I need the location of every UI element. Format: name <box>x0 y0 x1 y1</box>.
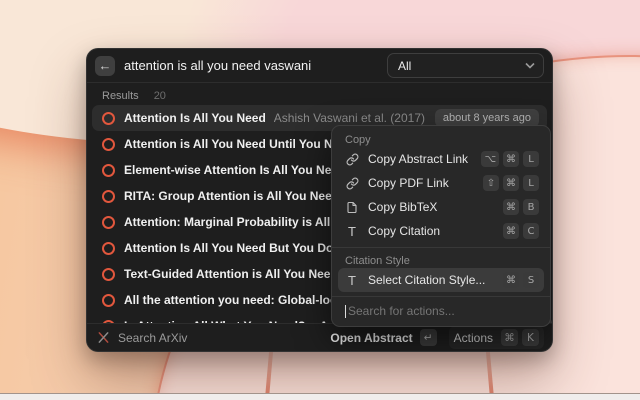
arxiv-paper-icon <box>102 216 115 229</box>
actions-search[interactable] <box>338 301 544 321</box>
search-input[interactable]: attention is all you need vaswani <box>124 58 387 73</box>
return-key: ↵ <box>420 329 437 346</box>
menu-item-copy-pdf-link[interactable]: Copy PDF Link ⇧ ⌘ L <box>338 171 544 195</box>
letter-key: L <box>523 151 539 167</box>
back-button[interactable]: ← <box>95 56 115 76</box>
command-key: ⌘ <box>503 151 519 167</box>
text-icon: T <box>344 224 360 239</box>
results-count: 20 <box>154 90 166 102</box>
arxiv-paper-icon <box>102 164 115 177</box>
menu-item-label: Copy Abstract Link <box>368 152 481 166</box>
letter-key: S <box>523 272 539 288</box>
shift-key: ⇧ <box>483 175 499 191</box>
result-title: Attention Is All You Need <box>124 111 266 125</box>
command-key: ⌘ <box>501 329 518 346</box>
text-icon: T <box>344 273 360 288</box>
command-key: ⌘ <box>503 199 519 215</box>
chevron-down-icon <box>525 62 535 69</box>
footer-app-label: Search ArXiv <box>118 331 187 345</box>
menu-item-label: Copy PDF Link <box>368 176 483 190</box>
filter-dropdown-value: All <box>398 59 525 73</box>
document-icon <box>344 201 360 214</box>
actions-button-label: Actions <box>454 331 493 345</box>
menu-section-title: Citation Style <box>338 252 544 268</box>
launcher-window: ← attention is all you need vaswani All … <box>86 48 553 352</box>
menu-divider <box>332 296 550 297</box>
menu-item-select-citation-style[interactable]: T Select Citation Style... ⌘ S <box>338 268 544 292</box>
text-caret <box>345 305 346 318</box>
actions-menu: Copy Copy Abstract Link ⌥ ⌘ L Copy PDF L… <box>331 125 551 327</box>
arxiv-paper-icon <box>102 242 115 255</box>
menu-section-title: Copy <box>338 131 544 147</box>
arxiv-paper-icon <box>102 138 115 151</box>
menu-item-label: Select Citation Style... <box>368 273 503 287</box>
actions-search-input[interactable] <box>348 304 537 318</box>
search-header: ← attention is all you need vaswani All <box>87 49 552 83</box>
menu-item-copy-bibtex[interactable]: Copy BibTeX ⌘ B <box>338 195 544 219</box>
link-icon <box>344 153 360 166</box>
menu-divider <box>332 247 550 248</box>
letter-key: C <box>523 223 539 239</box>
footer-bar: Search ArXiv Open Abstract ↵ Actions ⌘ K <box>87 323 552 351</box>
menu-item-copy-citation[interactable]: T Copy Citation ⌘ C <box>338 219 544 243</box>
menu-item-label: Copy BibTeX <box>368 200 503 214</box>
command-key: ⌘ <box>503 175 519 191</box>
menu-item-copy-abstract-link[interactable]: Copy Abstract Link ⌥ ⌘ L <box>338 147 544 171</box>
command-key: ⌘ <box>503 223 519 239</box>
letter-key: K <box>522 329 539 346</box>
arxiv-logo-icon <box>97 331 110 344</box>
link-icon <box>344 177 360 190</box>
actions-button[interactable]: Actions ⌘ K <box>449 326 544 349</box>
results-header: Results 20 <box>87 83 552 105</box>
letter-key: L <box>523 175 539 191</box>
results-label: Results <box>102 90 139 102</box>
open-abstract-button[interactable]: Open Abstract <box>330 331 412 345</box>
option-key: ⌥ <box>481 151 499 167</box>
result-title: Element-wise Attention Is All You Need <box>124 163 345 177</box>
command-key: ⌘ <box>503 272 519 288</box>
letter-key: B <box>523 199 539 215</box>
arxiv-paper-icon <box>102 190 115 203</box>
background-window-edge <box>0 393 640 400</box>
menu-item-label: Copy Citation <box>368 224 503 238</box>
filter-dropdown[interactable]: All <box>387 53 544 78</box>
arxiv-paper-icon <box>102 268 115 281</box>
arxiv-paper-icon <box>102 112 115 125</box>
arxiv-paper-icon <box>102 294 115 307</box>
result-authors: Ashish Vaswani et al. (2017) <box>274 111 425 125</box>
back-arrow-icon: ← <box>99 58 112 73</box>
